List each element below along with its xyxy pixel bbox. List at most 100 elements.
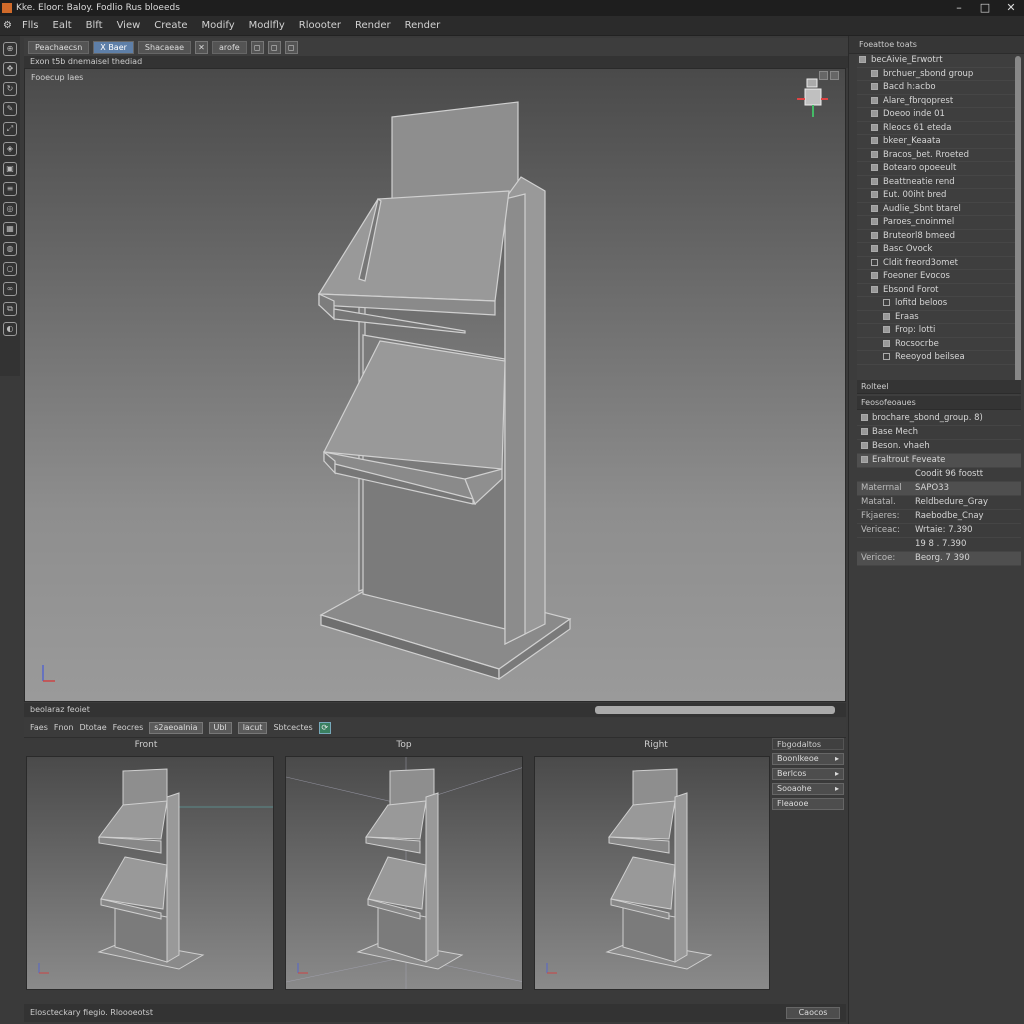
outliner-row[interactable]: Ebsond Forot (857, 284, 1019, 297)
menu-modify[interactable]: Modify (195, 20, 242, 31)
right-viewport[interactable] (534, 756, 770, 990)
outliner-row[interactable]: Paroes_cnoinmel (857, 216, 1019, 230)
arofe-field[interactable]: arofe (212, 40, 247, 54)
menu-render-2[interactable]: Render (398, 20, 448, 31)
menu-render[interactable]: Render (348, 20, 398, 31)
menu-create[interactable]: Create (147, 20, 194, 31)
display-option-1[interactable]: Boonlkeoe ▸ (772, 753, 844, 765)
layers-tool-icon[interactable]: ≡ (3, 182, 17, 196)
select-tool-icon[interactable]: ⊕ (3, 42, 17, 56)
front-viewport[interactable] (26, 756, 274, 990)
visibility-checkbox-icon[interactable] (871, 285, 878, 293)
perspective-button[interactable]: Peachaecsn (28, 40, 90, 54)
property-row[interactable]: Matatal. Reldbedure_Gray (857, 496, 1021, 510)
field-3[interactable]: lacut (237, 721, 268, 734)
mesh-tool-icon[interactable]: ◈ (3, 142, 17, 156)
visibility-checkbox-icon[interactable] (883, 326, 890, 333)
display-option-3[interactable]: Sooaohe ▸ (772, 783, 844, 795)
shade-button[interactable]: Shacaeae (137, 40, 192, 54)
viewport-scrollbar[interactable] (595, 706, 835, 714)
property-checkbox-icon[interactable] (861, 414, 868, 421)
scale-tool-icon[interactable]: ⤢ (3, 122, 17, 136)
toolbar-item-forces[interactable]: Feocres (113, 723, 144, 732)
toolbar-item-front[interactable]: Fnon (54, 723, 74, 732)
rotate-tool-icon[interactable]: ↻ (3, 82, 17, 96)
visibility-checkbox-icon[interactable] (871, 69, 878, 77)
display-option-4[interactable]: Fleaooe (772, 798, 844, 810)
visibility-checkbox-icon[interactable] (871, 137, 878, 144)
maximize-button[interactable]: □ (978, 1, 992, 15)
close-button[interactable]: ✕ (1004, 1, 1018, 15)
box-tool-icon[interactable]: ▣ (3, 162, 17, 176)
visibility-checkbox-icon[interactable] (871, 110, 878, 117)
close-icon[interactable]: ✕ (195, 40, 209, 54)
field-2[interactable]: Ubl (208, 721, 232, 734)
outliner-row[interactable]: becAivie_Erwotrt (857, 54, 1019, 68)
outliner-row[interactable]: Eut. 00iht bred (857, 189, 1019, 203)
link-tool-icon[interactable]: ∞ (3, 282, 17, 296)
menu-edit[interactable]: Ealt (46, 20, 79, 31)
outliner-row[interactable]: Bracos_bet. Rroeted (857, 149, 1019, 162)
outliner-row[interactable]: Beattneatie rend (857, 176, 1019, 189)
menu-view[interactable]: View (110, 20, 148, 31)
outliner-row[interactable]: Cldit freord3omet (857, 257, 1019, 270)
bear-button[interactable]: X Baer (93, 40, 134, 54)
menu-file[interactable]: Flls (15, 20, 46, 31)
outliner-row[interactable]: Alare_fbrqoprest (857, 95, 1019, 108)
menu-icon[interactable]: ⚙ (0, 20, 15, 31)
view-icon-3[interactable]: ◻ (284, 40, 298, 54)
visibility-checkbox-icon[interactable] (871, 204, 878, 212)
outliner-row[interactable]: Doeoo inde 01 (857, 108, 1019, 122)
display-option-2[interactable]: Berlcos ▸ (772, 768, 844, 780)
refresh-icon[interactable]: ⟳ (318, 721, 331, 734)
visibility-checkbox-icon[interactable] (883, 339, 890, 347)
outliner-row[interactable]: Botearo opoeeult (857, 162, 1019, 176)
outliner-row[interactable]: bkeer_Keaata (857, 135, 1019, 149)
outliner-row[interactable]: Eraas (857, 311, 1019, 324)
property-row[interactable]: 19 8 . 7.390 (857, 538, 1021, 552)
visibility-checkbox-icon[interactable] (871, 177, 878, 185)
visibility-checkbox-icon[interactable] (883, 353, 890, 360)
property-row[interactable]: Eraltrout Feveate (857, 454, 1021, 468)
pencil-tool-icon[interactable]: ✎ (3, 102, 17, 116)
toolbar-item-faces[interactable]: Faes (30, 723, 48, 732)
property-checkbox-icon[interactable] (861, 442, 868, 449)
property-row[interactable]: Vericeac: Wrtaie: 7.390 (857, 524, 1021, 538)
field-1[interactable]: s2aeoalnia (149, 721, 203, 734)
outliner-row[interactable]: lofitd beloos (857, 297, 1019, 311)
outliner-row[interactable]: Foeoner Evocos (857, 270, 1019, 284)
visibility-checkbox-icon[interactable] (871, 272, 878, 279)
visibility-checkbox-icon[interactable] (883, 312, 890, 320)
outliner-row[interactable]: Rocsocrbe (857, 338, 1019, 351)
sphere-tool-icon[interactable]: ◎ (3, 202, 17, 216)
property-row[interactable]: brochare_sbond_group. 8) (857, 412, 1021, 426)
visibility-checkbox-icon[interactable] (871, 218, 878, 225)
view-icon-2[interactable]: ◻ (267, 40, 281, 54)
visibility-checkbox-icon[interactable] (871, 191, 878, 198)
visibility-checkbox-icon[interactable] (871, 150, 878, 158)
cancel-button[interactable]: Caocos (786, 1007, 840, 1019)
visibility-checkbox-icon[interactable] (883, 299, 890, 306)
outliner-row[interactable]: brchuer_sbond group (857, 68, 1019, 81)
outliner-row[interactable]: Bruteorl8 bmeed (857, 230, 1019, 243)
rotate-section-header[interactable]: Rolteel (857, 380, 1021, 394)
visibility-checkbox-icon[interactable] (871, 83, 878, 90)
circle-tool-icon[interactable]: ○ (3, 262, 17, 276)
property-row[interactable]: Beson. vhaeh (857, 440, 1021, 454)
outliner-row[interactable]: Basc Ovock (857, 243, 1019, 257)
main-viewport[interactable]: Fooecup laes (24, 68, 846, 702)
property-checkbox-icon[interactable] (861, 456, 868, 463)
top-viewport[interactable] (285, 756, 523, 990)
property-row[interactable]: Materrnal SAPO33 (857, 482, 1021, 496)
outliner-row[interactable]: Bacd h:acbo (857, 81, 1019, 95)
visibility-checkbox-icon[interactable] (871, 96, 878, 104)
view-icon-1[interactable]: ◻ (250, 40, 264, 54)
visibility-checkbox-icon[interactable] (859, 56, 866, 63)
outliner-vscrollbar[interactable] (1015, 56, 1021, 386)
property-row[interactable]: Base Mech (857, 426, 1021, 440)
menu-modify-2[interactable]: Modlfly (242, 20, 292, 31)
camera-tool-icon[interactable]: ◐ (3, 322, 17, 336)
group-tool-icon[interactable]: ⧉ (3, 302, 17, 316)
visibility-checkbox-icon[interactable] (871, 123, 878, 131)
outliner-row[interactable]: Reeoyod beilsea (857, 351, 1019, 365)
